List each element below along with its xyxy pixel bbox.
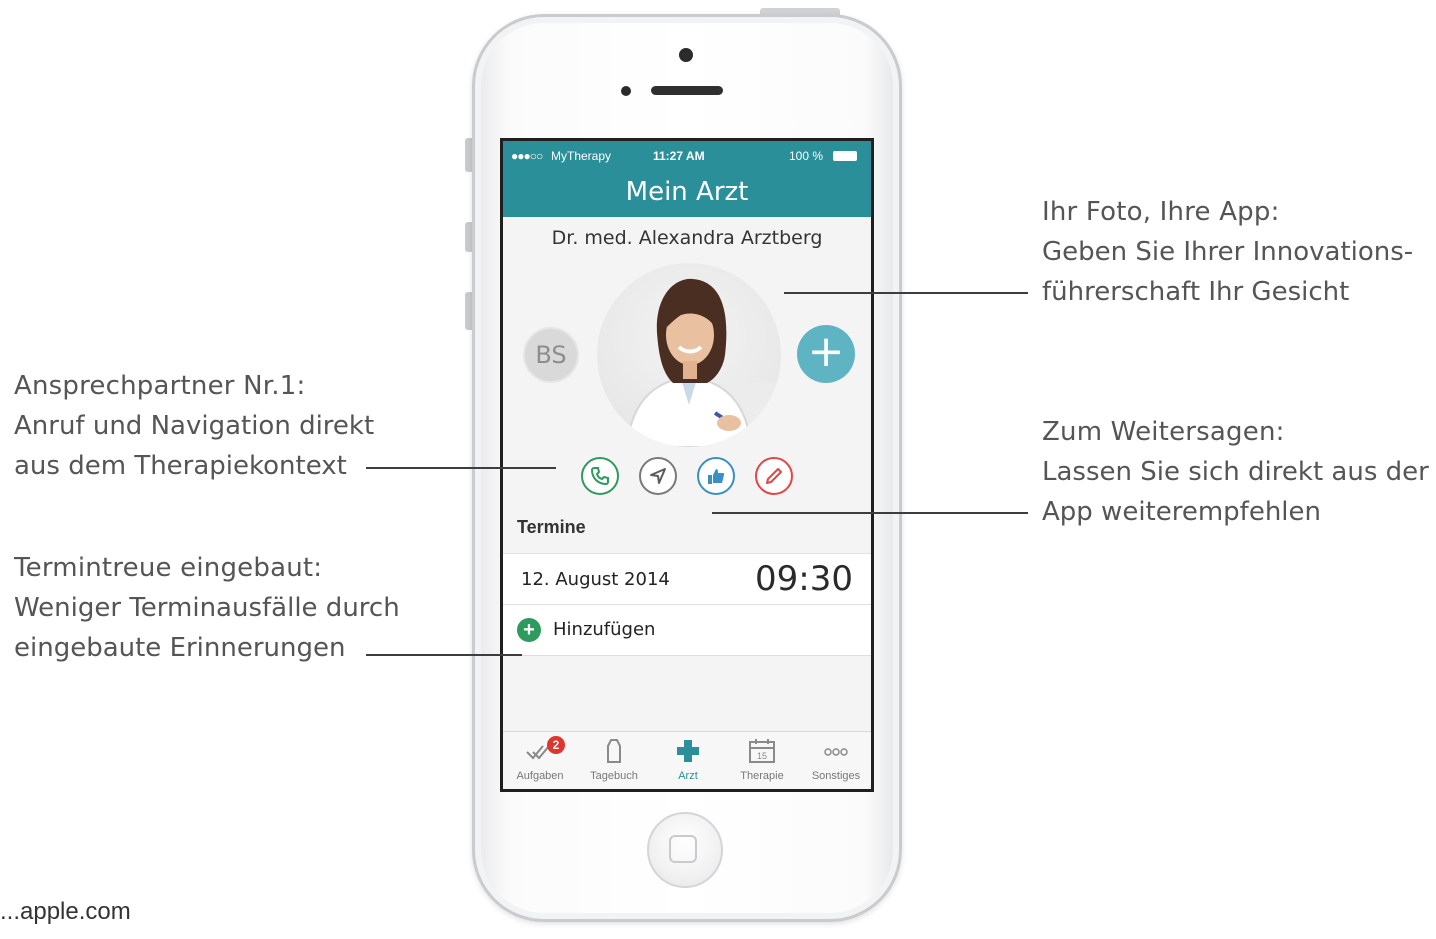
phone-volume-up [465,222,472,252]
annotation-recommend: Zum Weitersagen: Lassen Sie sich direkt … [1042,412,1429,532]
annotation-line: Anruf und Navigation direkt [14,411,375,441]
calendar-icon: 15 [749,739,775,763]
medical-cross-icon [677,740,699,762]
navigation-bar: Mein Arzt [503,171,871,217]
navigation-icon [650,468,666,484]
phone-volume-down [465,292,472,330]
annotation-line: Weniger Terminausfälle durch [14,593,400,623]
appointment-date: 12. August 2014 [521,569,670,590]
leader-line-appointments [366,654,522,656]
app-screen: ●●●○○ MyTherapy 11:27 AM 100 % Mein Arzt… [500,138,874,792]
tab-tagebuch[interactable]: Tagebuch [577,732,651,789]
carrier-name: MyTherapy [551,149,612,163]
annotation-appointments: Termintreue eingebaut: Weniger Terminaus… [14,548,400,668]
annotation-photo: Ihr Foto, Ihre App: Geben Sie Ihrer Inno… [1042,192,1413,312]
add-circle-icon: + [517,618,541,642]
tab-label: Aufgaben [516,770,564,782]
pencil-icon [766,468,782,484]
annotation-heading: Zum Weitersagen: [1042,417,1285,447]
call-button[interactable] [581,457,619,495]
user-initials-avatar[interactable]: BS [523,327,579,383]
earpiece-speaker [651,86,723,95]
recommend-button[interactable] [697,457,735,495]
doctor-portrait-illustration [625,278,781,447]
add-appointment-label: Hinzufügen [553,619,656,640]
tab-label: Arzt [678,770,698,782]
battery-percent: 100 % [789,149,824,163]
tab-aufgaben[interactable]: 2 Aufgaben [503,732,577,789]
tab-arzt[interactable]: Arzt [651,732,725,789]
annotation-line: Geben Sie Ihrer Innovations- [1042,237,1414,267]
page-title: Mein Arzt [625,177,749,207]
tab-bar: 2 Aufgaben Tagebuch Arzt 15 Therapie Son… [503,731,871,789]
proximity-sensor [621,86,631,96]
appointments-section-title: Termine [517,517,586,537]
edit-button[interactable] [755,457,793,495]
checkmarks-icon [526,745,550,760]
front-camera [679,48,693,62]
leader-line-photo [784,292,1028,294]
tab-therapie[interactable]: 15 Therapie [725,732,799,789]
appointment-time: 09:30 [755,559,853,599]
home-button-square-icon [669,835,697,863]
bottle-icon [607,739,621,763]
more-dots-icon [824,748,848,756]
thumbs-up-icon [708,469,724,484]
phone-icon [590,467,609,486]
annotation-line: eingebaute Erinnerungen [14,633,346,663]
annotation-contact: Ansprechpartner Nr.1: Anruf und Navigati… [14,366,374,486]
annotation-line: aus dem Therapiekontext [14,451,347,481]
annotation-line: App weiterempfehlen [1042,497,1322,527]
signal-strength: ●●●○○ [511,149,543,163]
source-credit: ...apple.com [0,898,131,925]
status-time: 11:27 AM [653,149,705,163]
tasks-badge: 2 [547,736,565,754]
tab-label: Therapie [740,770,784,782]
add-contact-button[interactable]: + [797,325,855,383]
status-bar: ●●●○○ MyTherapy 11:27 AM 100 % [503,141,871,171]
annotation-line: führerschaft Ihr Gesicht [1042,277,1350,307]
annotation-line: Lassen Sie sich direkt aus der [1042,457,1429,487]
doctor-photo[interactable] [597,263,781,447]
leader-line-recommend [712,512,1028,514]
calendar-day: 15 [757,751,767,761]
navigate-button[interactable] [639,457,677,495]
phone-mute-switch [465,138,472,172]
appointment-row[interactable]: 12. August 2014 09:30 [503,553,871,604]
doctor-name: Dr. med. Alexandra Arztberg [551,227,823,249]
annotation-heading: Ihr Foto, Ihre App: [1042,197,1280,227]
annotation-heading: Ansprechpartner Nr.1: [14,371,306,401]
tab-label: Sonstiges [811,770,861,782]
annotation-heading: Termintreue eingebaut: [14,553,323,583]
tab-label: Tagebuch [590,770,638,782]
add-appointment-row[interactable]: + Hinzufügen [503,604,871,656]
tab-sonstiges[interactable]: Sonstiges [799,732,871,789]
battery-icon [833,151,857,161]
leader-line-contact [366,467,556,469]
